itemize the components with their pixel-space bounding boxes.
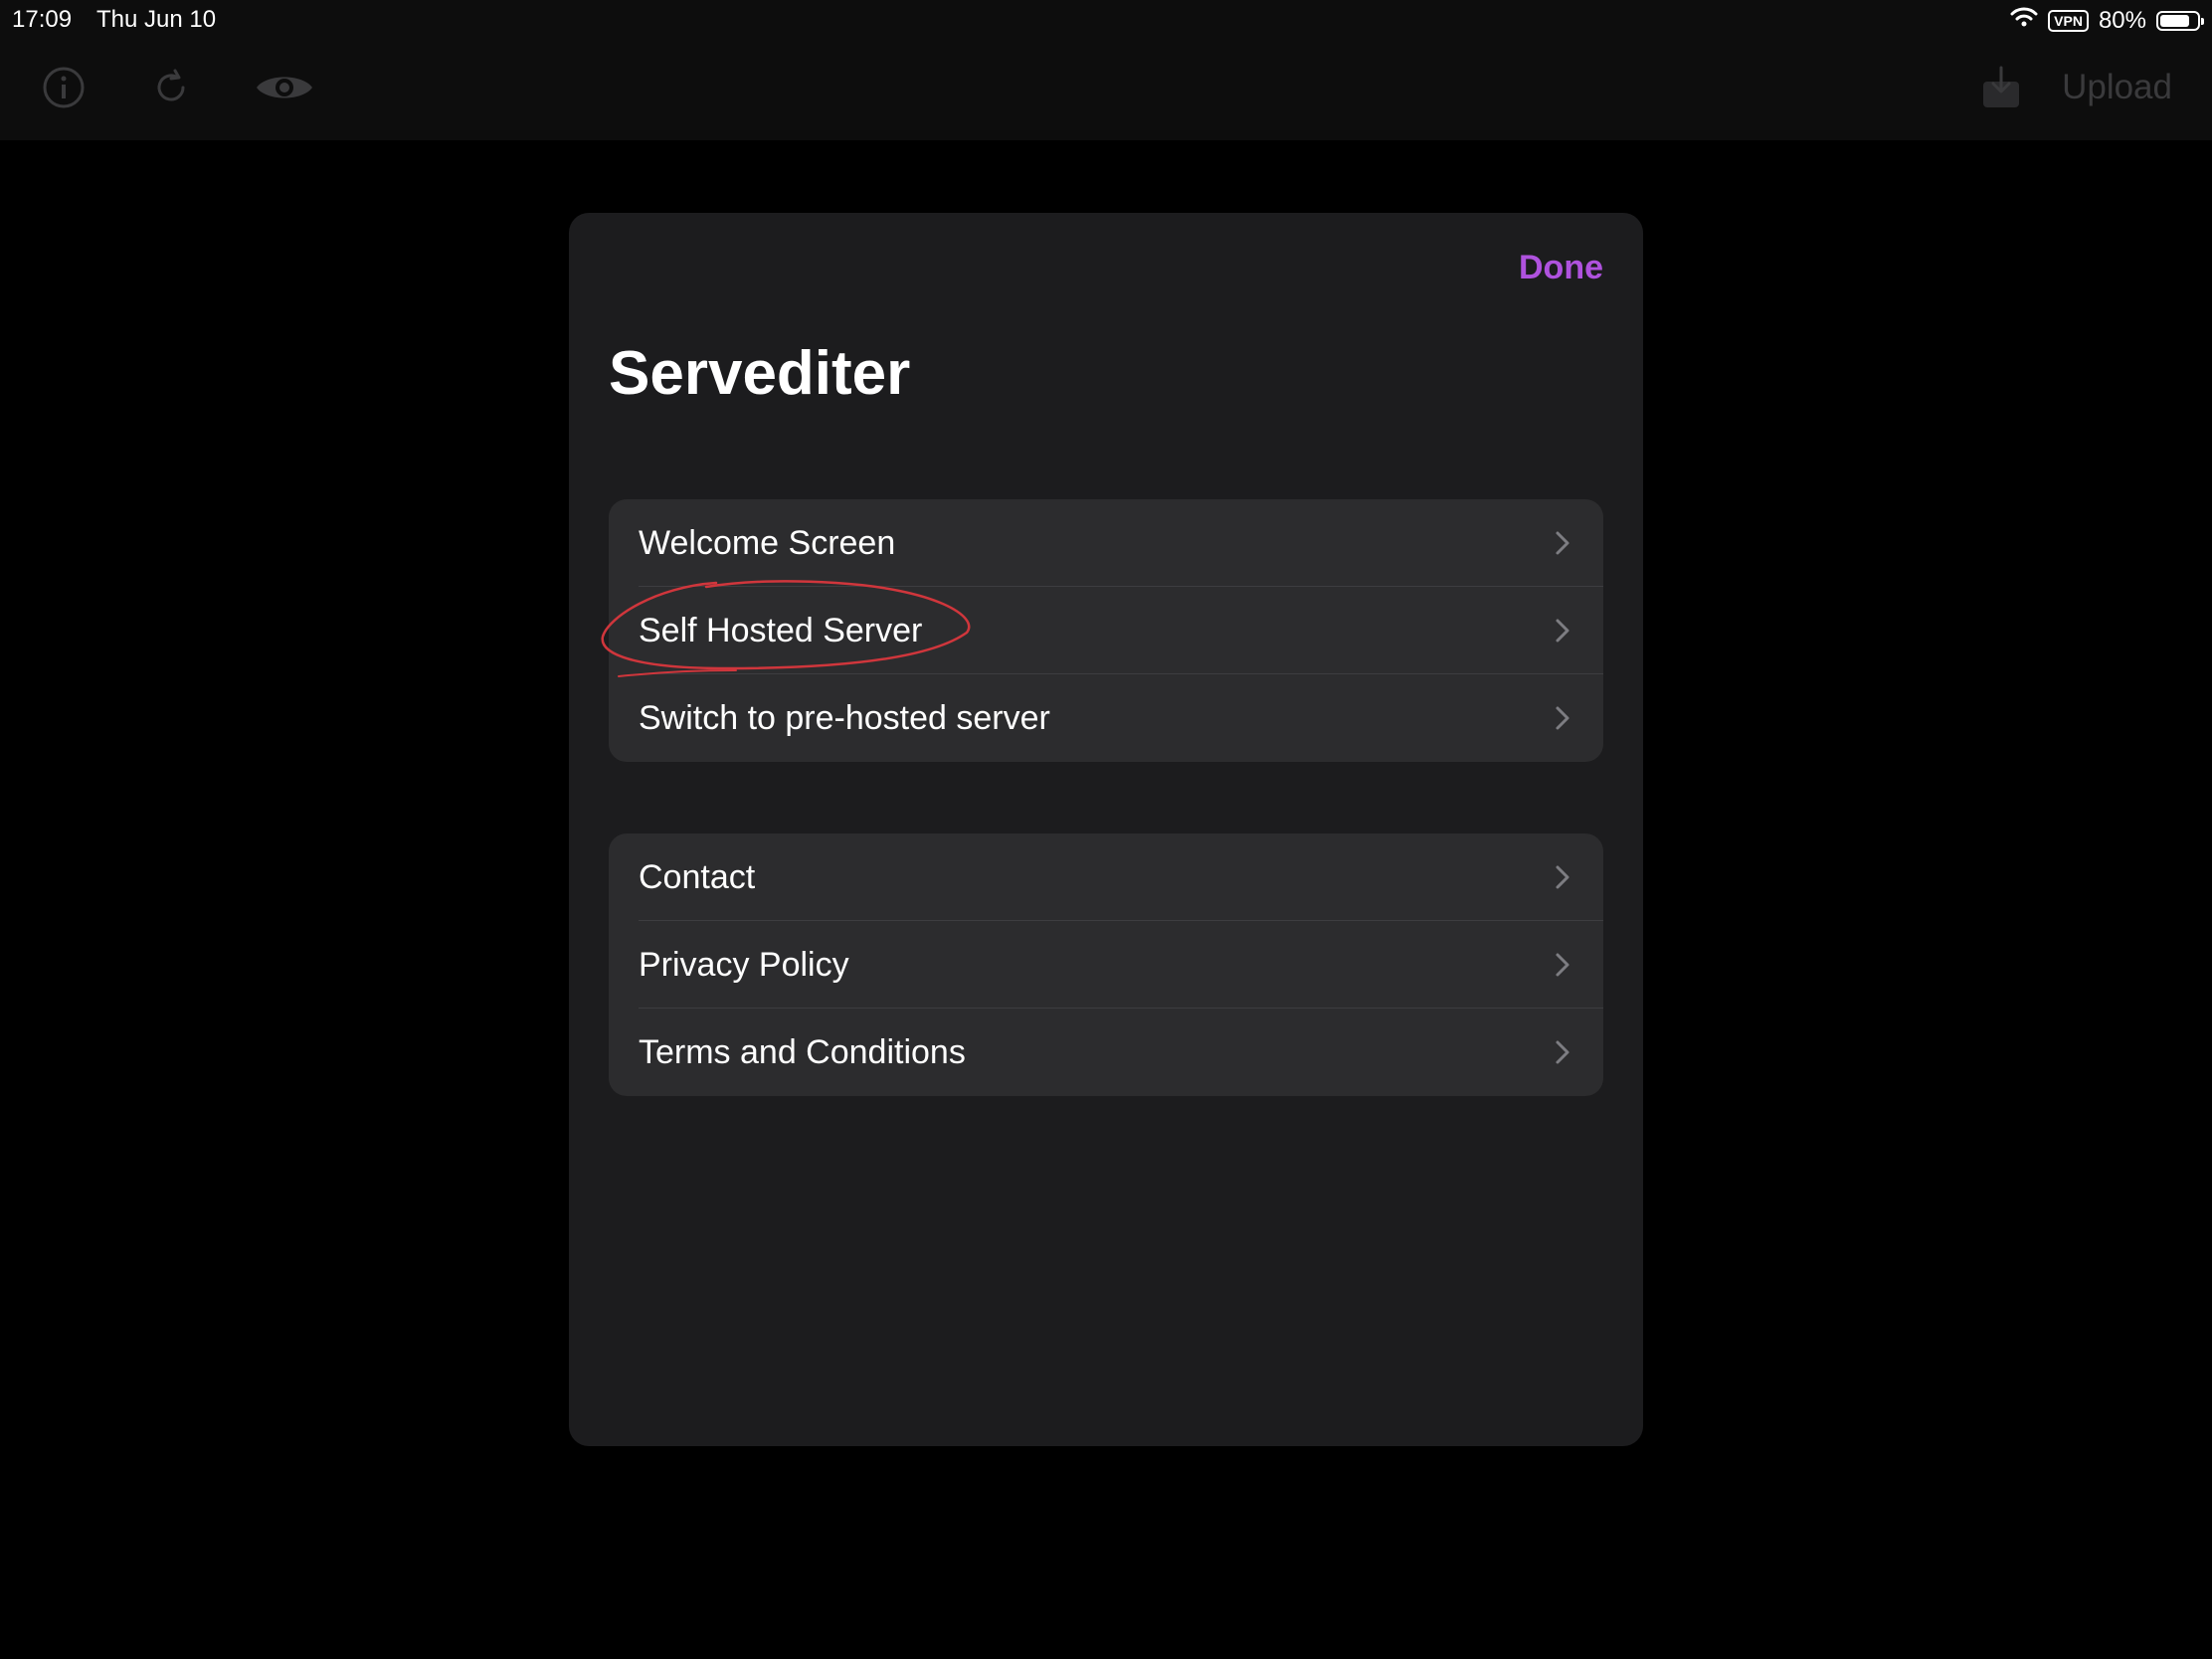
- status-date: Thu Jun 10: [96, 6, 217, 33]
- row-self-hosted-server[interactable]: Self Hosted Server: [609, 587, 1603, 674]
- battery-tip: [2201, 17, 2204, 25]
- modal-title: Servediter: [609, 339, 911, 408]
- background-toolbar: Upload: [0, 50, 2212, 129]
- row-switch-to-pre-hosted-server[interactable]: Switch to pre-hosted server: [609, 674, 1603, 762]
- upload-button[interactable]: Upload: [2062, 68, 2172, 107]
- row-label: Contact: [639, 857, 756, 896]
- vpn-badge: VPN: [2048, 9, 2089, 32]
- chevron-right-icon: [1556, 865, 1569, 889]
- chevron-right-icon: [1556, 531, 1569, 555]
- row-label: Privacy Policy: [639, 945, 849, 984]
- info-icon[interactable]: [42, 66, 86, 114]
- row-privacy-policy[interactable]: Privacy Policy: [609, 921, 1603, 1009]
- status-indicators: VPN 80%: [2010, 6, 2204, 35]
- settings-group-server: Welcome Screen Self Hosted Server Switch…: [609, 499, 1603, 762]
- battery-percentage: 80%: [2098, 6, 2146, 34]
- battery-fill: [2160, 14, 2189, 27]
- chevron-right-icon: [1556, 1040, 1569, 1064]
- row-label: Self Hosted Server: [639, 611, 923, 649]
- chevron-right-icon: [1556, 706, 1569, 730]
- settings-group-legal: Contact Privacy Policy Terms and Conditi…: [609, 833, 1603, 1096]
- battery-icon: [2156, 10, 2204, 31]
- done-button[interactable]: Done: [1519, 249, 1603, 287]
- row-contact[interactable]: Contact: [609, 833, 1603, 921]
- row-label: Switch to pre-hosted server: [639, 698, 1050, 737]
- row-terms-and-conditions[interactable]: Terms and Conditions: [609, 1009, 1603, 1096]
- status-bar: 17:09 Thu Jun 10 VPN 80%: [0, 0, 2212, 40]
- chevron-right-icon: [1556, 619, 1569, 643]
- download-icon[interactable]: [1979, 66, 2023, 114]
- row-label: Terms and Conditions: [639, 1032, 966, 1071]
- row-label: Welcome Screen: [639, 523, 896, 562]
- screen: Upload 17:09 Thu Jun 10 VPN 80% Done Ser…: [0, 0, 2212, 1659]
- wifi-icon: [2010, 6, 2038, 35]
- status-time: 17:09: [12, 6, 73, 33]
- chevron-right-icon: [1556, 953, 1569, 977]
- eye-icon[interactable]: [255, 66, 314, 114]
- settings-modal: Done Servediter Welcome Screen Self Host…: [569, 213, 1643, 1446]
- row-welcome-screen[interactable]: Welcome Screen: [609, 499, 1603, 587]
- refresh-icon[interactable]: [149, 66, 193, 114]
